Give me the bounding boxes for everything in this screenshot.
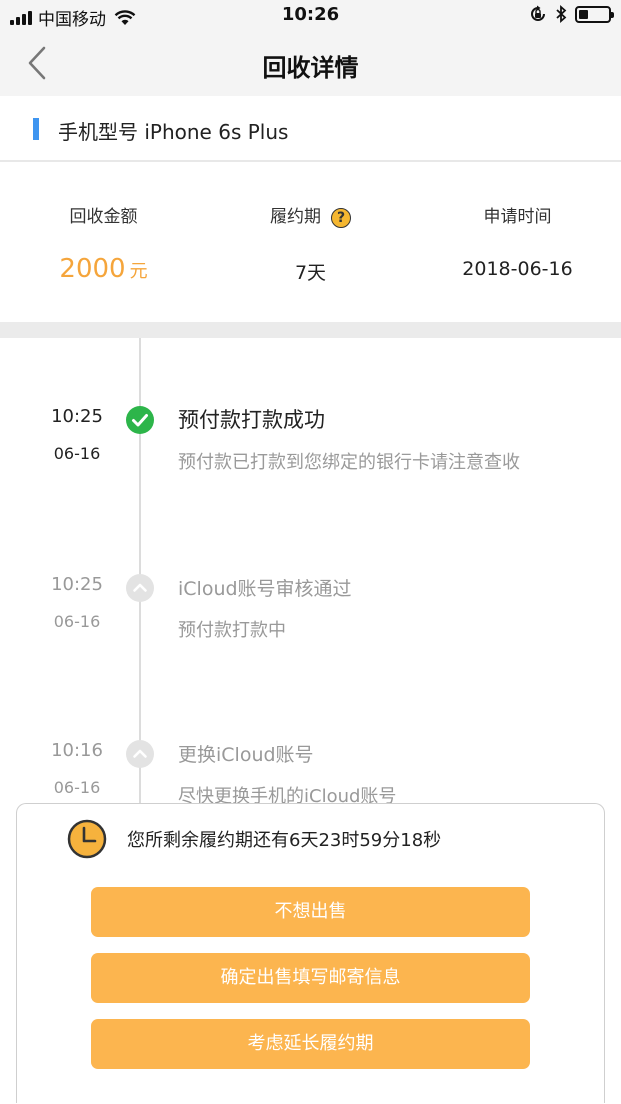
apply-time-value: 2018-06-16	[462, 258, 573, 280]
amount-value: 2000 元	[0, 254, 207, 284]
progress-timeline: 10:25 06-16 预付款打款成功 预付款已打款到您绑定的银行卡请注意查收 …	[0, 338, 621, 808]
phone-model-row: 手机型号 iPhone 6s Plus	[0, 96, 621, 162]
recycle-summary: 回收金额 2000 元 履约期? 7天 申请时间 2018-06-16	[0, 164, 621, 322]
section-marker	[33, 118, 39, 140]
event-time: 10:25	[51, 406, 103, 427]
confirm-sale-button[interactable]: 确定出售填写邮寄信息	[91, 953, 530, 1003]
phone-model-label: 手机型号 iPhone 6s Plus	[58, 120, 289, 144]
timeline-event: 10:16 06-16 更换iCloud账号 尽快更换手机的iCloud账号	[0, 740, 621, 808]
nav-bar: 回收详情	[0, 30, 621, 96]
action-panel: 您所剩余履约期还有6天23时59分18秒 不想出售 确定出售填写邮寄信息 考虑延…	[16, 803, 605, 1103]
bluetooth-icon	[556, 5, 567, 23]
chevron-up-circle-icon	[126, 574, 154, 602]
timeline-event: 10:25 06-16 预付款打款成功 预付款已打款到您绑定的银行卡请注意查收	[0, 406, 621, 496]
event-date: 06-16	[53, 778, 101, 797]
clock-icon	[67, 819, 107, 859]
period-label: 履约期	[270, 207, 321, 227]
event-date: 06-16	[53, 612, 101, 631]
status-time: 10:26	[281, 4, 340, 25]
event-title: 更换iCloud账号	[178, 744, 314, 766]
battery-icon	[575, 5, 614, 23]
event-time: 10:25	[51, 574, 103, 595]
page-title: 回收详情	[262, 54, 359, 82]
event-desc: 预付款已打款到您绑定的银行卡请注意查收	[178, 452, 520, 473]
event-desc: 预付款打款中	[178, 620, 286, 641]
timeline-event: 10:25 06-16 iCloud账号审核通过 预付款打款中	[0, 574, 621, 664]
amount-label: 回收金额	[69, 207, 138, 227]
cancel-sale-button[interactable]: 不想出售	[91, 887, 530, 937]
check-circle-icon	[126, 406, 154, 434]
apply-time-label: 申请时间	[483, 207, 552, 227]
section-divider	[0, 322, 621, 338]
rotation-lock-icon	[531, 5, 545, 21]
event-date: 06-16	[53, 444, 101, 463]
period-label-row: 履约期?	[207, 202, 414, 228]
chevron-up-circle-icon	[126, 740, 154, 768]
extend-period-button[interactable]: 考虑延长履约期	[91, 1019, 530, 1069]
amount-number: 2000	[59, 254, 126, 284]
remaining-period-text: 您所剩余履约期还有6天23时59分18秒	[127, 830, 442, 851]
event-title: iCloud账号审核通过	[178, 578, 352, 600]
event-title: 预付款打款成功	[178, 408, 325, 432]
event-time: 10:16	[51, 740, 103, 761]
help-icon[interactable]: ?	[331, 208, 351, 228]
status-right	[529, 5, 614, 23]
period-value: 7天	[294, 262, 327, 284]
status-bar: 中国移动 10:26	[0, 0, 621, 30]
amount-unit: 元	[129, 261, 148, 282]
